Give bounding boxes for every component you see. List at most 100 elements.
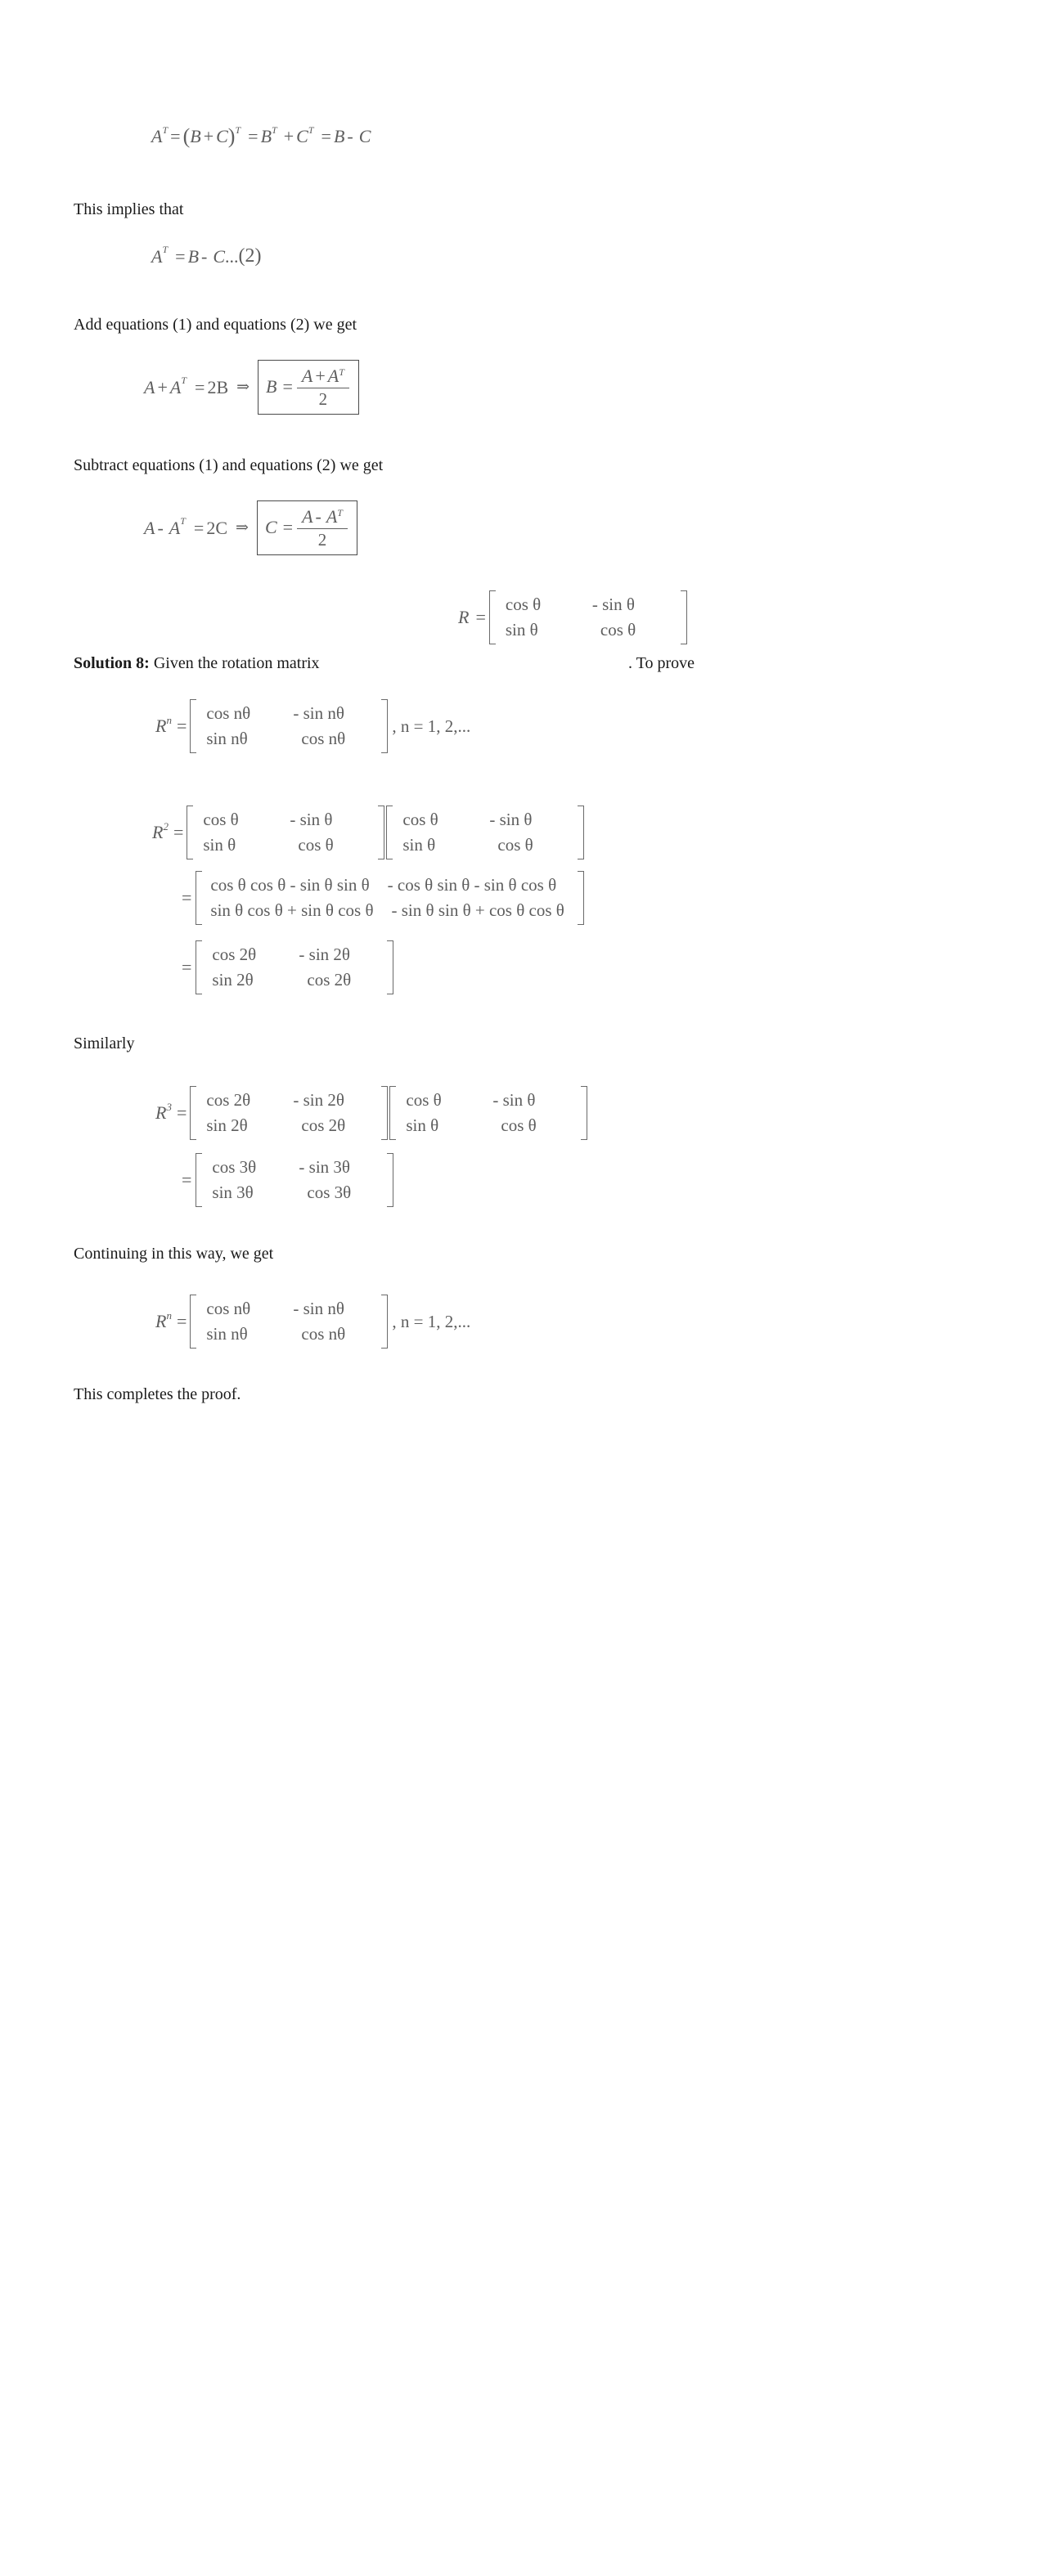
eq-add-equals: = — [195, 376, 205, 397]
matrix-cell-22: cos 2θ — [301, 1115, 346, 1135]
boxed-B-formula: B = A + AT 2 — [258, 360, 359, 415]
matrix-row: sin θ cos θ — [497, 617, 679, 643]
equation-transpose-sum: AT = ( B + C ) T = BT + CT = B - C — [151, 124, 371, 149]
rn-goal-superscript: n — [166, 714, 172, 726]
matrix-row: sin nθ cos nθ — [198, 1322, 380, 1347]
matrix-cell-22: cos 3θ — [307, 1183, 352, 1202]
matrix-cells: cos 3θ - sin 3θ sin 3θ cos 3θ — [202, 1153, 387, 1207]
matrix-row: cos θ cos θ - sin θ sin θ - cos θ sin θ … — [204, 873, 575, 898]
matrix-cell-22: cos 2θ — [307, 970, 352, 990]
frac-num-superscript: T — [339, 366, 344, 378]
eq2-A: A — [151, 245, 163, 267]
matrix-bracket-right — [381, 1295, 389, 1349]
boxed-B-equals: = — [282, 376, 293, 397]
rot-equals: = — [475, 607, 486, 627]
equation-r2-line3: = cos 2θ - sin 2θ sin 2θ cos 2θ — [182, 940, 394, 994]
matrix-cells: cos 2θ - sin 2θ sin 2θ cos 2θ — [202, 940, 387, 994]
matrix-cell-11: cos θ — [402, 810, 438, 829]
rn-final-R: R — [155, 1311, 167, 1331]
equation-r2-line1: R2 = cos θ - sin θ sin θ cos θ cos θ - s… — [152, 806, 585, 859]
matrix-bracket-right — [581, 1086, 588, 1140]
eq-sub-A2: A — [169, 517, 181, 538]
matrix-row: cos nθ - sin nθ — [198, 1296, 380, 1322]
matrix-cell-21: sin nθ — [206, 1324, 248, 1344]
matrix-cell-11: cos θ — [505, 595, 542, 614]
eq1-paren-open: ( — [182, 124, 191, 148]
frac2-num-A2: A — [326, 506, 338, 527]
matrix-bracket-right — [387, 940, 394, 994]
matrix-cells: cos 2θ - sin 2θ sin 2θ cos 2θ — [196, 1086, 381, 1140]
matrix-bracket-left — [190, 699, 197, 753]
matrix-cell-12: - sin 2θ — [293, 1090, 344, 1110]
eq1-B2-superscript: T — [272, 123, 277, 136]
matrix-cells: cos θ - sin θ sin θ cos θ — [396, 1086, 581, 1140]
matrix-bracket-right — [381, 699, 389, 753]
matrix-cells: cos θ - sin θ sin θ cos θ — [496, 590, 681, 644]
r3-line2-equals: = — [182, 1169, 192, 1190]
matrix-cell-11: cos θ — [406, 1090, 442, 1110]
matrix-cells: cos θ cos θ - sin θ sin θ - cos θ sin θ … — [202, 871, 577, 925]
eq1-C: C — [216, 126, 228, 146]
eq2-number-label: (2) — [238, 245, 262, 267]
r2-equals: = — [173, 822, 184, 842]
text-add-equations: Add equations (1) and equations (2) we g… — [74, 316, 357, 334]
matrix-cell-11: cos θ cos θ - sin θ sin θ — [210, 875, 370, 895]
matrix-cells: cos θ - sin θ sin θ cos θ — [393, 806, 578, 859]
frac-num-plus: + — [315, 366, 326, 386]
matrix-r2-factor-b: cos θ - sin θ sin θ cos θ — [386, 806, 585, 859]
matrix-bracket-right — [378, 806, 385, 859]
eq1-C2: C — [296, 126, 308, 146]
matrix-row: sin 2θ cos 2θ — [204, 967, 385, 993]
matrix-cell-12: - sin θ — [290, 810, 333, 829]
boxed-C-equals: = — [282, 517, 294, 537]
matrix-bracket-right — [381, 1086, 389, 1140]
matrix-cell-12: - sin θ — [489, 810, 533, 829]
matrix-cell-21: sin θ — [505, 620, 538, 640]
matrix-cell-21: sin 2θ — [206, 1115, 248, 1135]
matrix-row: sin nθ cos nθ — [198, 726, 380, 752]
matrix-cell-21: sin θ — [203, 835, 236, 855]
matrix-cells: cos nθ - sin nθ sin nθ cos nθ — [196, 1295, 381, 1349]
rn-final-equals: = — [176, 1311, 187, 1331]
matrix-rn-goal: cos nθ - sin nθ sin nθ cos nθ — [190, 699, 389, 753]
matrix-row: cos θ - sin θ — [497, 592, 679, 617]
matrix-cell-12: - sin nθ — [293, 1299, 344, 1318]
eq1-paren-superscript: T — [235, 123, 241, 136]
matrix-r3-factor-a: cos 2θ - sin 2θ sin 2θ cos 2θ — [190, 1086, 389, 1140]
matrix-cell-22: cos θ — [600, 620, 636, 640]
r2-superscript: 2 — [163, 820, 169, 832]
solution-label: Solution 8: — [74, 654, 150, 672]
matrix-bracket-left — [190, 1295, 197, 1349]
eq1-equals-2: = — [248, 126, 259, 146]
matrix-row: sin θ cos θ — [398, 1113, 579, 1138]
matrix-bracket-right — [577, 871, 584, 925]
matrix-cell-12: - sin 2θ — [299, 945, 350, 964]
eq1-equals-1: = — [170, 126, 181, 146]
matrix-bracket-left — [386, 806, 393, 859]
eq1-minus: - — [347, 126, 353, 146]
eq-sub-2C: 2C — [206, 517, 228, 538]
matrix-row: sin θ cos θ — [394, 832, 576, 858]
matrix-bracket-left — [488, 590, 496, 644]
eq-add-A2: A — [169, 376, 182, 397]
equation-r2-line2: = cos θ cos θ - sin θ sin θ - cos θ sin … — [182, 871, 585, 925]
equation-two: AT = B - C ... (2) — [151, 244, 262, 267]
matrix-bracket-right — [578, 806, 585, 859]
boxed-C-lhs: C — [264, 517, 277, 537]
matrix-cell-11: cos 2θ — [212, 945, 257, 964]
eq1-C2-superscript: T — [308, 123, 314, 136]
matrix-row: cos 2θ - sin 2θ — [198, 1088, 380, 1113]
matrix-row: cos θ - sin θ — [398, 1088, 579, 1113]
matrix-cell-22: cos θ — [298, 835, 334, 855]
matrix-cell-21: sin 3θ — [212, 1183, 254, 1202]
matrix-cell-22: cos θ — [497, 835, 533, 855]
rn-final-range: , n = 1, 2,... — [392, 1311, 471, 1331]
eq2-ellipsis: ... — [225, 245, 239, 267]
eq1-plus: + — [203, 126, 214, 146]
eq1-plus-2: + — [283, 126, 294, 146]
solution-to-prove-text: . To prove — [628, 654, 695, 672]
matrix-rn-final: cos nθ - sin nθ sin nθ cos nθ — [190, 1295, 389, 1349]
eq1-paren-close: ) — [227, 124, 236, 148]
text-similarly: Similarly — [74, 1034, 135, 1052]
eq1-equals-3: = — [321, 126, 331, 146]
